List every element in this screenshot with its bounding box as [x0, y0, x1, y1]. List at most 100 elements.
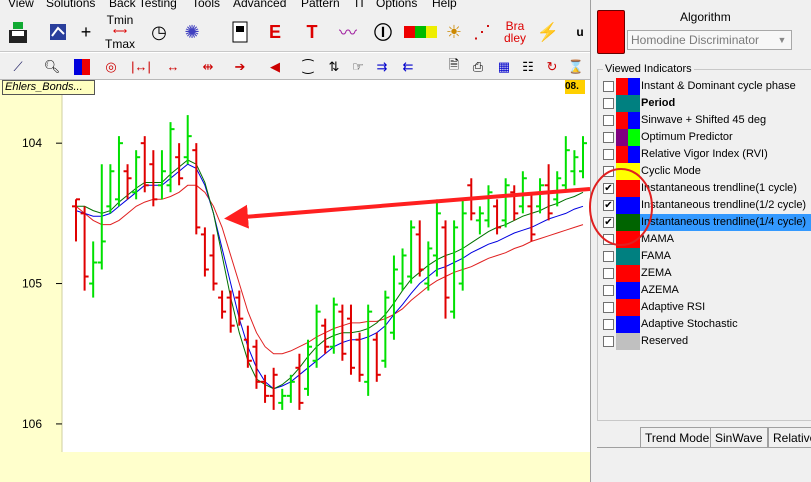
add-icon[interactable]: +: [72, 16, 100, 48]
indicator-checkbox[interactable]: ✔: [603, 183, 614, 194]
indicator-checkbox[interactable]: [603, 251, 614, 262]
indicator-color-swatch[interactable]: [628, 95, 640, 112]
color-swap-icon[interactable]: [72, 56, 92, 77]
target-icon[interactable]: ◎: [101, 56, 121, 77]
indicator-color-swatch[interactable]: [628, 129, 640, 146]
indicator-color-swatch[interactable]: [628, 231, 640, 248]
indicator-color-swatch[interactable]: [616, 197, 628, 214]
indicator-checkbox[interactable]: [603, 285, 614, 296]
indicator-color-swatch[interactable]: [616, 78, 628, 95]
indicator-row[interactable]: FAMA: [599, 248, 811, 265]
indicator-color-swatch[interactable]: [628, 163, 640, 180]
indicator-color-swatch[interactable]: [616, 180, 628, 197]
indicator-row[interactable]: Adaptive Stochastic: [599, 316, 811, 333]
reload-icon[interactable]: ↻: [542, 56, 562, 77]
indicator-row[interactable]: Period: [599, 95, 811, 112]
indicator-checkbox[interactable]: [603, 234, 614, 245]
indicator-row[interactable]: Reserved: [599, 333, 811, 350]
indicator-row[interactable]: AZEMA: [599, 282, 811, 299]
indicator-color-swatch[interactable]: [628, 282, 640, 299]
indicator-color-swatch[interactable]: [616, 282, 628, 299]
menu-options[interactable]: Options: [376, 0, 417, 10]
hand-icon[interactable]: ☞: [348, 56, 368, 77]
indicator-color-swatch[interactable]: [628, 248, 640, 265]
indicator-row[interactable]: ✔ Instantaneous trendline(1/4 cycle): [599, 214, 811, 231]
indicator-color-swatch[interactable]: [616, 146, 628, 163]
arrow-left-icon[interactable]: ◀: [265, 56, 285, 77]
i-tool-icon[interactable]: Ⓘ: [369, 16, 397, 48]
save-icon[interactable]: [4, 16, 32, 48]
open-chart-icon[interactable]: [44, 16, 72, 48]
indicator-color-swatch[interactable]: [616, 299, 628, 316]
indicator-row[interactable]: MAMA: [599, 231, 811, 248]
indicator-checkbox[interactable]: [603, 336, 614, 347]
indicator-color-swatch[interactable]: [628, 197, 640, 214]
indicator-checkbox[interactable]: [603, 115, 614, 126]
menu-view[interactable]: View: [8, 0, 34, 10]
price-chart[interactable]: 106 105 104: [0, 80, 590, 482]
indicator-color-swatch[interactable]: [628, 265, 640, 282]
wheel-icon[interactable]: ✺: [178, 16, 206, 48]
align-left-icon[interactable]: ⇇: [398, 56, 418, 77]
compress-icon[interactable]: ⇹: [195, 56, 221, 77]
indicator-row[interactable]: Sinwave + Shifted 45 deg: [599, 112, 811, 129]
tab-trend-mode[interactable]: Trend Mode: [640, 427, 715, 447]
indicator-color-swatch[interactable]: [616, 231, 628, 248]
indicator-checkbox[interactable]: [603, 319, 614, 330]
indicator-checkbox[interactable]: [603, 149, 614, 160]
menu-solutions[interactable]: Solutions: [46, 0, 95, 10]
indicator-checkbox[interactable]: ✔: [603, 217, 614, 228]
indicator-checkbox[interactable]: [603, 81, 614, 92]
indicator-checkbox[interactable]: [603, 132, 614, 143]
clock-icon[interactable]: ◷: [145, 16, 173, 48]
indicator-row[interactable]: Optimum Predictor: [599, 129, 811, 146]
indicator-color-swatch[interactable]: [628, 333, 640, 350]
t-tool-icon[interactable]: T: [298, 16, 326, 48]
indicator-color-swatch[interactable]: [616, 316, 628, 333]
report-icon[interactable]: ☷: [518, 56, 538, 77]
indicator-row[interactable]: Relative Vigor Index (RVI): [599, 146, 811, 163]
document-icon[interactable]: [226, 16, 254, 48]
wave-icon[interactable]: 〰: [334, 16, 362, 48]
sun-icon[interactable]: ☀: [440, 16, 468, 48]
menu-back-testing[interactable]: Back Testing: [109, 0, 177, 10]
indicator-row[interactable]: Instant & Dominant cycle phase: [599, 78, 811, 95]
indicator-row[interactable]: Cyclic Mode: [599, 163, 811, 180]
indicator-color-swatch[interactable]: [628, 214, 640, 231]
chart-symbol-tag[interactable]: Ehlers_Bonds...: [2, 80, 95, 95]
page-icon[interactable]: 🗎︎: [444, 56, 464, 77]
expand-icon[interactable]: ↔: [160, 56, 186, 77]
indicator-color-swatch[interactable]: [628, 299, 640, 316]
tab-relative[interactable]: Relative: [768, 427, 811, 447]
pivot-icon[interactable]: ⁐: [298, 56, 318, 77]
tab-sinwave[interactable]: SinWave: [710, 427, 768, 447]
indicator-color-swatch[interactable]: [616, 214, 628, 231]
align-right-icon[interactable]: ⇉: [372, 56, 392, 77]
tmin-tmax-button[interactable]: Tmin ⟷ Tmax: [100, 14, 140, 50]
lightning-icon[interactable]: ⚡: [534, 16, 562, 48]
indicator-checkbox[interactable]: [603, 268, 614, 279]
indicator-color-swatch[interactable]: [628, 146, 640, 163]
line-tool-icon[interactable]: ⟋: [8, 56, 28, 77]
indicator-checkbox[interactable]: [603, 166, 614, 177]
indicator-color-swatch[interactable]: [616, 112, 628, 129]
indicator-color-swatch[interactable]: [628, 316, 640, 333]
indicator-color-swatch[interactable]: [616, 265, 628, 282]
print-icon[interactable]: ⎙: [468, 56, 488, 77]
indicator-color-swatch[interactable]: [628, 180, 640, 197]
menu-help[interactable]: Help: [432, 0, 457, 10]
indicator-color-swatch[interactable]: [616, 129, 628, 146]
indicator-color-swatch[interactable]: [616, 333, 628, 350]
scatter-icon[interactable]: ⋰: [468, 16, 496, 48]
chart-icon[interactable]: ▦: [494, 56, 514, 77]
bradley-button[interactable]: Bra dley: [498, 16, 532, 48]
algorithm-color-swatch[interactable]: [597, 10, 625, 54]
indicator-row[interactable]: ZEMA: [599, 265, 811, 282]
color-bar-icon[interactable]: [402, 16, 440, 48]
date-tool-icon[interactable]: ⌛: [566, 56, 586, 77]
indicator-checkbox[interactable]: ✔: [603, 200, 614, 211]
indicator-row[interactable]: ✔ Instantaneous trendline(1 cycle): [599, 180, 811, 197]
chevron-down-icon[interactable]: ▼: [775, 33, 789, 47]
indicator-checkbox[interactable]: [603, 98, 614, 109]
indicator-color-swatch[interactable]: [628, 112, 640, 129]
